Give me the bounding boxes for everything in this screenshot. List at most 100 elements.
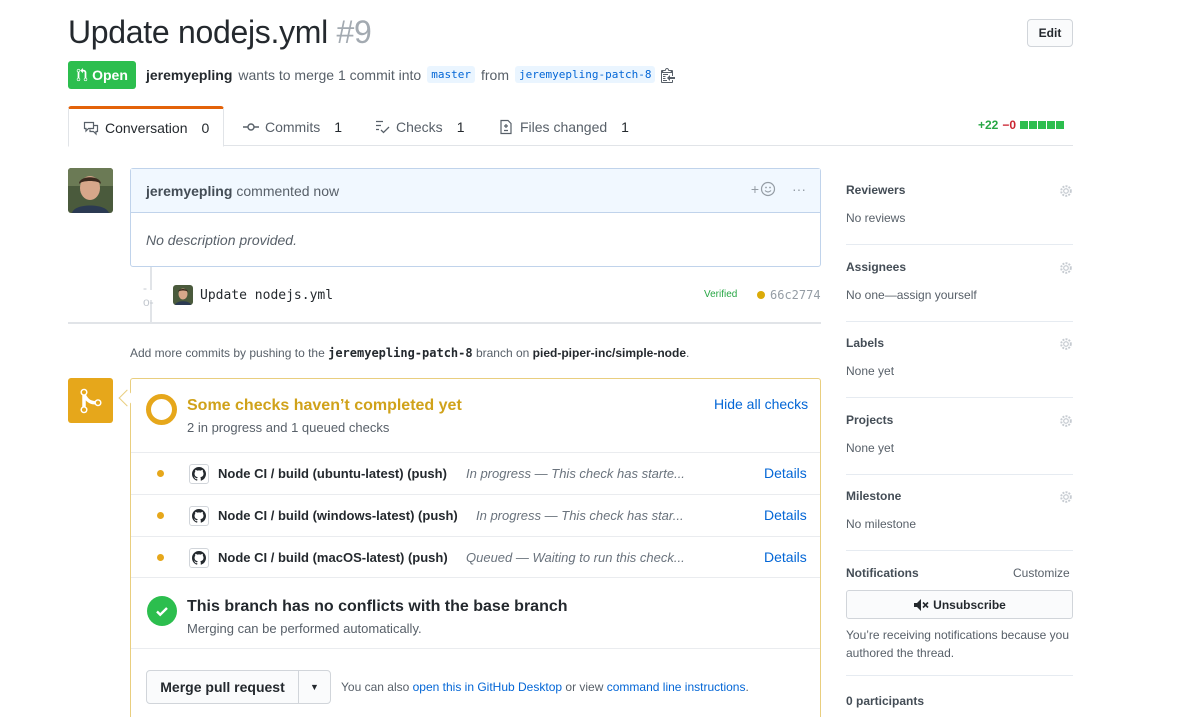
push-repo: pied-piper-inc/simple-node xyxy=(532,346,687,360)
tab-count: 1 xyxy=(456,118,465,135)
from-text: from xyxy=(480,66,509,83)
timeline-divider xyxy=(68,322,821,324)
check-details-link[interactable]: Details xyxy=(764,507,807,523)
github-actions-icon xyxy=(189,464,209,484)
sidebar-projects[interactable]: Projects None yet xyxy=(846,413,1073,475)
sidebar-section-value: None yet xyxy=(846,364,895,378)
comment-timestamp: commented now xyxy=(236,182,340,199)
diffstat-bar xyxy=(1020,121,1065,129)
tab-files-changed[interactable]: Files changed 1 xyxy=(498,106,629,147)
tab-label: Checks xyxy=(396,118,443,135)
sidebar-section-title: Milestone xyxy=(846,489,902,503)
merge-pull-request-button[interactable]: Merge pull request xyxy=(147,671,299,703)
check-circle-icon xyxy=(147,596,177,626)
tab-label: Conversation xyxy=(105,119,188,136)
clipboard-icon[interactable] xyxy=(661,67,676,83)
base-branch[interactable]: master xyxy=(427,66,475,83)
check-name: Node CI / build (macOS-latest) (push) xyxy=(218,550,448,565)
pr-title-text: Update nodejs.yml xyxy=(68,14,328,50)
check-description: Queued — Waiting to run this check... xyxy=(466,550,685,565)
checks-subtitle: 2 in progress and 1 queued checks xyxy=(187,420,390,435)
merge-hint: You can also open this in GitHub Desktop… xyxy=(341,680,749,694)
gear-icon[interactable] xyxy=(1059,184,1073,198)
edit-title-button[interactable]: Edit xyxy=(1027,19,1073,47)
notification-reason: You’re receiving notifications because y… xyxy=(846,628,1070,660)
gear-icon[interactable] xyxy=(1059,490,1073,504)
comment-header: jeremyepling commented now + ··· xyxy=(131,169,820,213)
divider xyxy=(131,648,820,649)
github-desktop-link[interactable]: open this in GitHub Desktop xyxy=(413,680,562,694)
gear-icon[interactable] xyxy=(1059,414,1073,428)
merge-button-group: Merge pull request ▼ xyxy=(146,670,331,704)
sidebar-section-value: No reviews xyxy=(846,211,906,225)
cli-instructions-link[interactable]: command line instructions xyxy=(607,680,746,694)
git-pull-request-icon xyxy=(76,68,88,82)
merge-method-dropdown[interactable]: ▼ xyxy=(299,671,330,703)
pending-dot-icon xyxy=(157,512,164,519)
git-commit-icon: -o- xyxy=(143,281,157,309)
sidebar-milestone[interactable]: Milestone No milestone xyxy=(846,489,1073,551)
kebab-horizontal-icon[interactable]: ··· xyxy=(792,181,806,197)
check-details-link[interactable]: Details xyxy=(764,549,807,565)
tab-checks[interactable]: Checks 1 xyxy=(374,106,464,147)
commit-status-dot[interactable] xyxy=(757,291,765,299)
divider xyxy=(131,577,820,578)
pending-status-icon xyxy=(146,394,177,425)
sidebar-labels[interactable]: Labels None yet xyxy=(846,336,1073,398)
sidebar-section-title: Projects xyxy=(846,413,894,427)
push-branch: jeremyepling-patch-8 xyxy=(328,346,473,360)
gear-icon[interactable] xyxy=(1059,337,1073,351)
triangle-down-icon: ▼ xyxy=(310,682,319,692)
commit-avatar[interactable] xyxy=(173,285,193,305)
sidebar-section-value: No one—assign yourself xyxy=(846,288,977,302)
notifications-title: Notifications xyxy=(846,566,919,580)
comment-author[interactable]: jeremyepling xyxy=(146,183,232,199)
diffstat: +22 −0 xyxy=(978,118,1065,132)
no-conflicts-subtitle: Merging can be performed automatically. xyxy=(187,621,422,636)
sidebar-assignees[interactable]: Assignees No one—assign yourself xyxy=(846,260,1073,322)
pr-number: #9 xyxy=(336,14,372,50)
tab-count: 0 xyxy=(201,119,210,136)
checklist-icon xyxy=(376,120,390,133)
gear-icon[interactable] xyxy=(1059,261,1073,275)
sidebar-section-value: No milestone xyxy=(846,517,917,531)
hide-all-checks-link[interactable]: Hide all checks xyxy=(714,396,808,412)
tab-conversation[interactable]: Conversation 0 xyxy=(68,106,225,147)
pr-title: Update nodejs.yml #9 xyxy=(68,14,372,51)
pending-dot-icon xyxy=(157,470,164,477)
state-badge: Open xyxy=(68,61,136,89)
customize-notifications-link[interactable]: Customize xyxy=(1013,566,1070,580)
author-link[interactable]: jeremyepling xyxy=(146,67,232,83)
diffstat-additions: +22 xyxy=(978,118,999,132)
sidebar-reviewers[interactable]: Reviewers No reviews xyxy=(846,183,1073,245)
check-row: Node CI / build (ubuntu-latest) (push) I… xyxy=(131,452,820,494)
unsubscribe-button[interactable]: Unsubscribe xyxy=(846,590,1073,619)
comment-body: No description provided. xyxy=(146,232,297,248)
avatar[interactable] xyxy=(68,168,113,213)
unsubscribe-label: Unsubscribe xyxy=(933,597,1006,612)
verified-badge[interactable]: Verified xyxy=(704,289,737,300)
sidebar-section-title: Reviewers xyxy=(846,183,906,197)
git-commit-icon xyxy=(243,122,259,131)
commit-message[interactable]: Update nodejs.yml xyxy=(200,288,333,303)
state-label: Open xyxy=(92,67,128,83)
check-row: Node CI / build (macOS-latest) (push) Qu… xyxy=(131,536,820,578)
git-merge-icon xyxy=(68,378,113,423)
tab-count: 1 xyxy=(334,118,343,135)
comment-box: jeremyepling commented now + ··· No desc… xyxy=(130,168,821,267)
check-name: Node CI / build (windows-latest) (push) xyxy=(218,508,458,523)
participants-count: 0 participants xyxy=(846,694,925,708)
add-reaction-button[interactable]: + xyxy=(751,181,776,197)
check-details-link[interactable]: Details xyxy=(764,465,807,481)
tab-label: Commits xyxy=(265,118,321,135)
diffstat-deletions: −0 xyxy=(1002,118,1017,132)
tab-commits[interactable]: Commits 1 xyxy=(243,106,342,147)
sidebar-section-value: None yet xyxy=(846,441,895,455)
check-description: In progress — This check has starte... xyxy=(466,466,685,481)
pr-tabs: Conversation 0 Commits 1 Checks 1 Files … xyxy=(68,106,1073,147)
push-hint: Add more commits by pushing to the jerem… xyxy=(130,346,690,360)
commit-sha[interactable]: 66c2774 xyxy=(770,288,821,302)
head-branch[interactable]: jeremyepling-patch-8 xyxy=(514,66,656,83)
merge-text: wants to merge 1 commit into xyxy=(238,66,422,83)
github-actions-icon xyxy=(189,506,209,526)
